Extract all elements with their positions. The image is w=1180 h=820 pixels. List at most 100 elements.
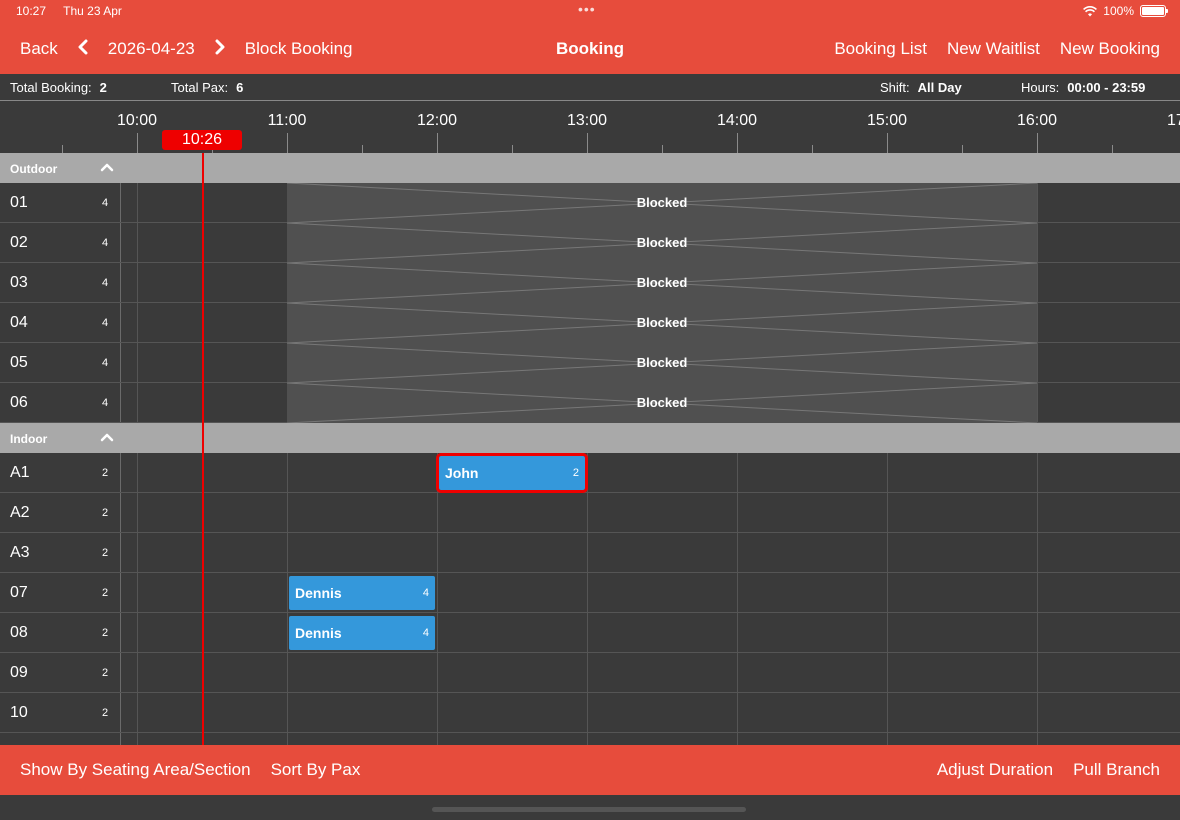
chevron-up-icon[interactable] <box>100 161 114 173</box>
hours[interactable]: Hours: 00:00 - 23:59 <box>1021 80 1145 95</box>
back-button[interactable]: Back <box>20 38 58 60</box>
half-hour-tick <box>812 145 813 153</box>
hours-value: 00:00 - 23:59 <box>1067 80 1146 95</box>
current-date[interactable]: 2026-04-23 <box>108 38 195 60</box>
booking-grid[interactable]: 01 4 02 4 03 4 04 4 05 4 06 4 A1 2 A2 2 A3 2 07 2 08 2 09 2 10 2 O… <box>0 153 1180 745</box>
page-title: Booking <box>556 39 624 58</box>
bottom-bar: Show By Seating Area/Section Sort By Pax… <box>0 745 1180 795</box>
table-capacity: 4 <box>102 277 109 289</box>
booking-card[interactable]: Dennis 4 <box>289 576 435 610</box>
hour-tick <box>587 133 588 153</box>
hour-tick <box>437 133 438 153</box>
half-hour-tick <box>512 145 513 153</box>
total-booking-label: Total Booking: <box>10 80 92 95</box>
booking-guest-name: Dennis <box>295 585 342 601</box>
chevron-right-icon[interactable] <box>215 38 225 60</box>
table-name: 10 <box>10 704 28 721</box>
nav-right: Booking List New Waitlist New Booking <box>814 38 1160 60</box>
wifi-icon <box>1083 5 1098 16</box>
section-header[interactable]: Indoor <box>0 423 1180 453</box>
adjust-duration-button[interactable]: Adjust Duration <box>937 760 1053 780</box>
hour-label: 12:00 <box>416 112 458 129</box>
table-row[interactable]: 08 2 <box>0 613 1180 653</box>
hour-label: 15:00 <box>866 112 908 129</box>
shift[interactable]: Shift: All Day <box>880 80 962 95</box>
table-capacity: 4 <box>102 317 109 329</box>
table-capacity: 2 <box>102 587 109 599</box>
booking-card[interactable]: John 2 <box>436 453 588 493</box>
hour-tick <box>137 133 138 153</box>
current-time-line <box>202 153 204 745</box>
hour-tick <box>887 133 888 153</box>
battery-percent: 100% <box>1103 4 1134 18</box>
hour-tick <box>737 133 738 153</box>
blocked-slot[interactable]: Blocked <box>287 183 1037 223</box>
table-capacity: 4 <box>102 237 109 249</box>
booking-app: 10:27 Thu 23 Apr ••• 100% Booking Back 2… <box>0 0 1180 820</box>
section-header[interactable]: Outdoor <box>0 153 1180 183</box>
new-booking-button[interactable]: New Booking <box>1060 38 1160 60</box>
section-name: Outdoor <box>10 162 58 176</box>
table-name: 01 <box>10 194 28 211</box>
booking-guest-name: Dennis <box>295 625 342 641</box>
total-pax: Total Pax: 6 <box>171 80 243 95</box>
table-name: 08 <box>10 624 28 641</box>
total-booking: Total Booking: 2 <box>10 80 107 95</box>
table-row[interactable]: 10 2 <box>0 693 1180 733</box>
chevron-up-icon[interactable] <box>100 431 114 443</box>
table-row[interactable]: A3 2 <box>0 533 1180 573</box>
battery-fill <box>1142 7 1164 15</box>
hour-label: 10:00 <box>116 112 158 129</box>
show-by-section-button[interactable]: Show By Seating Area/Section <box>20 760 251 780</box>
hour-label: 17:00 <box>1166 112 1180 129</box>
hour-label: 14:00 <box>716 112 758 129</box>
table-name: A2 <box>10 504 30 521</box>
blocked-slot[interactable]: Blocked <box>287 383 1037 423</box>
table-name: A1 <box>10 464 30 481</box>
nav-left: Back 2026-04-23 Block Booking <box>20 38 373 60</box>
blocked-label: Blocked <box>636 235 688 250</box>
table-name: 02 <box>10 234 28 251</box>
home-indicator[interactable] <box>432 807 746 812</box>
table-row[interactable]: A2 2 <box>0 493 1180 533</box>
status-bar-right: 100% <box>1083 4 1168 18</box>
table-name: 09 <box>10 664 28 681</box>
total-pax-value: 6 <box>236 80 244 95</box>
blocked-slot[interactable]: Blocked <box>287 343 1037 383</box>
table-row[interactable]: 09 2 <box>0 653 1180 693</box>
table-capacity: 2 <box>102 467 109 479</box>
table-capacity: 4 <box>102 397 109 409</box>
booking-list-button[interactable]: Booking List <box>834 38 927 60</box>
table-capacity: 2 <box>102 707 109 719</box>
blocked-slot[interactable]: Blocked <box>287 223 1037 263</box>
status-bar-left: 10:27 Thu 23 Apr <box>16 4 136 18</box>
booking-pax: 4 <box>422 587 429 599</box>
table-name: A3 <box>10 544 30 561</box>
booking-guest-name: John <box>445 465 479 481</box>
table-capacity: 4 <box>102 357 109 369</box>
summary-bar: Total Booking: 2 Total Pax: 6 Shift: All Da… <box>0 74 1180 101</box>
booking-card[interactable]: Dennis 4 <box>289 616 435 650</box>
table-name: 06 <box>10 394 28 411</box>
hour-label: 16:00 <box>1016 112 1058 129</box>
pull-branch-button[interactable]: Pull Branch <box>1073 760 1160 780</box>
block-booking-button[interactable]: Block Booking <box>245 38 353 60</box>
new-waitlist-button[interactable]: New Waitlist <box>947 38 1040 60</box>
table-row[interactable]: 07 2 <box>0 573 1180 613</box>
half-hour-tick <box>962 145 963 153</box>
blocked-slot[interactable]: Blocked <box>287 263 1037 303</box>
blocked-slot[interactable]: Blocked <box>287 303 1037 343</box>
hour-tick <box>287 133 288 153</box>
time-header[interactable]: 10:00 11:00 12:00 13:00 14:00 15:00 16:00 17:00… <box>0 101 1180 153</box>
table-name: 05 <box>10 354 28 371</box>
chevron-left-icon[interactable] <box>78 38 88 60</box>
multitask-dots[interactable]: ••• <box>578 1 596 17</box>
blocked-label: Blocked <box>636 355 688 370</box>
table-capacity: 4 <box>102 197 109 209</box>
table-capacity: 2 <box>102 627 109 639</box>
table-row[interactable]: A1 2 <box>0 453 1180 493</box>
blocked-label: Blocked <box>636 275 688 290</box>
sort-by-pax-button[interactable]: Sort By Pax <box>271 760 361 780</box>
blocked-label: Blocked <box>636 315 688 330</box>
table-name: 04 <box>10 314 28 331</box>
